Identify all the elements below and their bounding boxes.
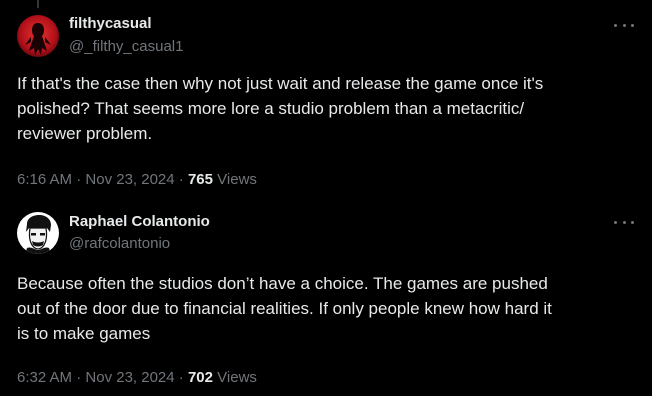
display-name[interactable]: Raphael Colantonio	[69, 213, 210, 230]
tweet-item[interactable]: filthycasual @_filthy_casual1 If that's …	[0, 0, 652, 198]
avatar[interactable]	[17, 212, 59, 254]
tweet-date[interactable]: Nov 23, 2024	[85, 369, 174, 386]
views-label: Views	[217, 369, 257, 386]
user-handle[interactable]: @rafcolantonio	[69, 235, 170, 252]
meta-separator: ·	[76, 369, 82, 386]
tweet-text: Because often the studios don’t have a c…	[17, 274, 552, 343]
tweet-metadata: 6:16 AM · Nov 23, 2024 · 765 Views	[17, 171, 257, 188]
meta-separator: ·	[178, 369, 184, 386]
avatar-image	[17, 15, 59, 57]
meta-separator: ·	[76, 171, 82, 188]
tweet-text: If that's the case then why not just wai…	[17, 74, 544, 143]
meta-separator: ·	[178, 171, 184, 188]
more-horizontal-icon[interactable]	[614, 17, 634, 33]
tweet-time[interactable]: 6:16 AM	[17, 171, 72, 188]
avatar-image	[17, 212, 59, 254]
tweet-metadata: 6:32 AM · Nov 23, 2024 · 702 Views	[17, 369, 257, 386]
tweet-item[interactable]: Raphael Colantonio @rafcolantonio Becaus…	[0, 198, 652, 396]
views-label: Views	[217, 171, 257, 188]
tweet-date[interactable]: Nov 23, 2024	[85, 171, 174, 188]
views-count: 765	[187, 171, 213, 188]
user-handle[interactable]: @_filthy_casual1	[69, 38, 183, 55]
views-count: 702	[187, 369, 213, 386]
tweet-time[interactable]: 6:32 AM	[17, 369, 72, 386]
avatar[interactable]	[17, 15, 59, 57]
more-horizontal-icon[interactable]	[614, 214, 634, 230]
display-name[interactable]: filthycasual	[69, 15, 152, 32]
